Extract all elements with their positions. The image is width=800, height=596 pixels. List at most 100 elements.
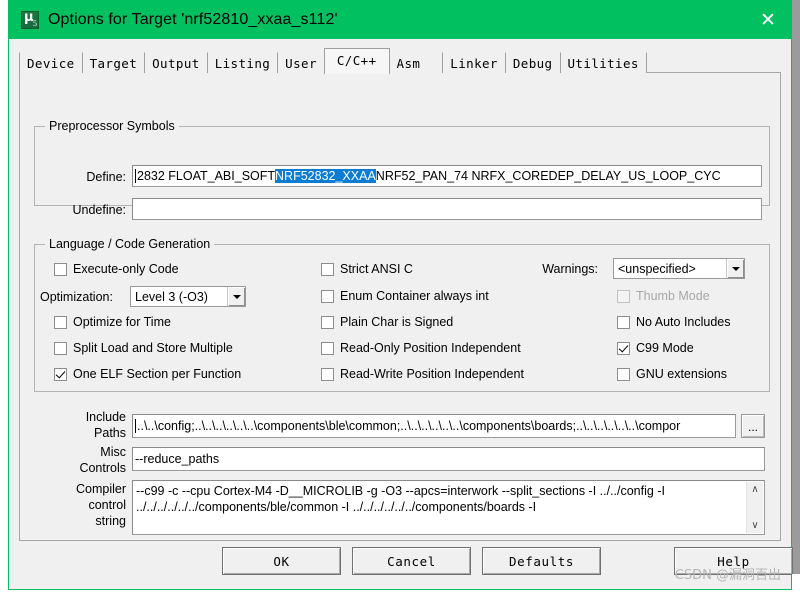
desktop-bottom-strip — [0, 590, 800, 596]
checkbox-box — [617, 367, 630, 381]
checkbox-box — [321, 367, 334, 381]
checkbox-box — [321, 341, 334, 355]
scroll-up-icon[interactable]: ∧ — [747, 482, 763, 497]
checkbox-split-load-and-store-multiple[interactable]: Split Load and Store Multiple — [54, 341, 233, 355]
include-paths-label-line2: Paths — [94, 426, 126, 440]
checkbox-box — [321, 262, 334, 276]
define-value-after: NRF52_PAN_74 NRFX_COREDEP_DELAY_US_LOOP_… — [375, 169, 721, 183]
checkbox-label: GNU extensions — [636, 367, 728, 381]
cancel-button[interactable]: Cancel — [352, 547, 471, 575]
desktop-left-strip — [0, 0, 8, 596]
misc-controls-value: --reduce_paths — [135, 452, 220, 466]
define-value-selected: NRF52832_XXAA — [275, 169, 376, 183]
tab-output[interactable]: Output — [144, 52, 208, 73]
checkbox-gnu-extensions[interactable]: GNU extensions — [617, 367, 727, 381]
checkbox-box — [321, 289, 334, 303]
checkbox-box — [617, 341, 630, 355]
defaults-button[interactable]: Defaults — [482, 547, 601, 575]
title-bar: 5 Options for Target 'nrf52810_xxaa_s112… — [9, 1, 791, 39]
checkbox-box — [617, 315, 630, 329]
checkbox-label: C99 Mode — [636, 341, 694, 355]
checkbox-box — [617, 289, 630, 303]
warnings-select[interactable]: <unspecified> — [613, 258, 745, 279]
checkbox-label: Thumb Mode — [636, 289, 710, 303]
include-paths-input[interactable]: ..\..\config;..\..\..\..\..\..\component… — [132, 414, 736, 438]
checkbox-label: No Auto Includes — [636, 315, 731, 329]
chevron-down-icon[interactable] — [227, 287, 245, 306]
text-caret — [135, 419, 136, 433]
tab-utilities[interactable]: Utilities — [559, 52, 647, 73]
tab-listing[interactable]: Listing — [206, 52, 279, 73]
tab-asm[interactable]: Asm — [388, 52, 444, 73]
keil-uvision-icon: 5 — [21, 10, 39, 29]
checkbox-one-elf-section-per-function[interactable]: One ELF Section per Function — [54, 367, 241, 381]
checkbox-label: Read-Write Position Independent — [340, 367, 524, 381]
define-label: Define: — [86, 170, 126, 184]
tab-target[interactable]: Target — [81, 52, 146, 73]
checkbox-c99-mode[interactable]: C99 Mode — [617, 341, 694, 355]
misc-controls-label-line1: Misc — [100, 445, 126, 459]
define-value-before: 2832 FLOAT_ABI_SOFT — [137, 169, 276, 183]
undefine-label: Undefine: — [72, 203, 126, 217]
checkbox-box — [54, 315, 67, 329]
checkbox-box — [54, 262, 67, 276]
undefine-input[interactable] — [132, 198, 762, 220]
tab-c-cpp[interactable]: C/C++ — [323, 48, 390, 74]
checkbox-optimize-for-time[interactable]: Optimize for Time — [54, 315, 171, 329]
checkbox-label: Optimize for Time — [73, 315, 171, 329]
scroll-down-icon[interactable]: ∨ — [747, 518, 763, 533]
chevron-down-icon[interactable] — [726, 259, 744, 278]
checkbox-enum-container-always-int[interactable]: Enum Container always int — [321, 289, 489, 303]
misc-controls-input[interactable]: --reduce_paths — [132, 447, 765, 471]
compiler-control-scrollbar[interactable]: ∧ ∨ — [746, 482, 763, 533]
language-code-generation-title: Language / Code Generation — [45, 237, 215, 251]
optimization-label: Optimization: — [40, 290, 113, 304]
checkbox-box — [54, 341, 67, 355]
compiler-control-label-line2: control — [88, 498, 126, 512]
checkbox-label: Plain Char is Signed — [340, 315, 454, 329]
checkbox-read-write-position-independent[interactable]: Read-Write Position Independent — [321, 367, 524, 381]
checkbox-label: Strict ANSI C — [340, 262, 413, 276]
desktop-right-strip — [792, 0, 800, 596]
ok-button[interactable]: OK — [222, 547, 341, 575]
include-paths-label-line1: Include — [85, 410, 126, 424]
screenshot-root: 5 Options for Target 'nrf52810_xxaa_s112… — [0, 0, 800, 596]
preprocessor-symbols-title: Preprocessor Symbols — [45, 119, 179, 133]
tab-linker[interactable]: Linker — [442, 52, 506, 73]
window-title: Options for Target 'nrf52810_xxaa_s112' — [48, 11, 338, 28]
checkbox-box — [321, 315, 334, 329]
checkbox-label: Read-Only Position Independent — [340, 341, 521, 355]
desktop-corner — [792, 574, 800, 596]
help-button[interactable]: Help — [674, 547, 793, 575]
options-dialog-window: 5 Options for Target 'nrf52810_xxaa_s112… — [8, 0, 793, 590]
tab-user[interactable]: User — [277, 52, 325, 73]
include-paths-browse-button[interactable]: ... — [741, 414, 765, 438]
checkbox-thumb-mode: Thumb Mode — [617, 289, 710, 303]
checkbox-read-only-position-independent[interactable]: Read-Only Position Independent — [321, 341, 521, 355]
tab-strip: Device Target Output Listing User C/C++ … — [19, 48, 781, 74]
checkbox-execute-only-code[interactable]: Execute-only Code — [54, 262, 179, 276]
warnings-value: <unspecified> — [618, 261, 696, 276]
checkbox-label: Execute-only Code — [73, 262, 179, 276]
tab-debug[interactable]: Debug — [504, 52, 561, 73]
checkbox-label: One ELF Section per Function — [73, 367, 242, 381]
checkbox-plain-char-is-signed[interactable]: Plain Char is Signed — [321, 315, 453, 329]
close-icon[interactable]: ✕ — [745, 1, 791, 39]
checkbox-no-auto-includes[interactable]: No Auto Includes — [617, 315, 731, 329]
optimization-select[interactable]: Level 3 (-O3) — [130, 286, 246, 307]
tab-device[interactable]: Device — [19, 52, 83, 73]
dialog-client-area: Device Target Output Listing User C/C++ … — [9, 39, 793, 589]
compiler-control-line-1: --c99 -c --cpu Cortex-M4 -D__MICROLIB -g… — [136, 484, 665, 498]
define-input[interactable]: 2832 FLOAT_ABI_SOFT NRF52832_XXAA NRF52_… — [132, 165, 762, 187]
checkbox-box — [54, 367, 67, 381]
warnings-label: Warnings: — [542, 262, 598, 276]
dialog-button-row: OK Cancel Defaults Help — [19, 547, 793, 581]
checkbox-label: Split Load and Store Multiple — [73, 341, 233, 355]
c-cpp-tab-page: Preprocessor Symbols Define: 2832 FLOAT_… — [19, 72, 781, 541]
compiler-control-label-line1: Compiler — [75, 482, 126, 496]
optimization-value: Level 3 (-O3) — [135, 289, 208, 304]
compiler-control-string-textarea[interactable]: --c99 -c --cpu Cortex-M4 -D__MICROLIB -g… — [132, 480, 765, 535]
checkbox-label: Enum Container always int — [340, 289, 489, 303]
misc-controls-label-line2: Controls — [79, 461, 126, 475]
checkbox-strict-ansi-c[interactable]: Strict ANSI C — [321, 262, 413, 276]
